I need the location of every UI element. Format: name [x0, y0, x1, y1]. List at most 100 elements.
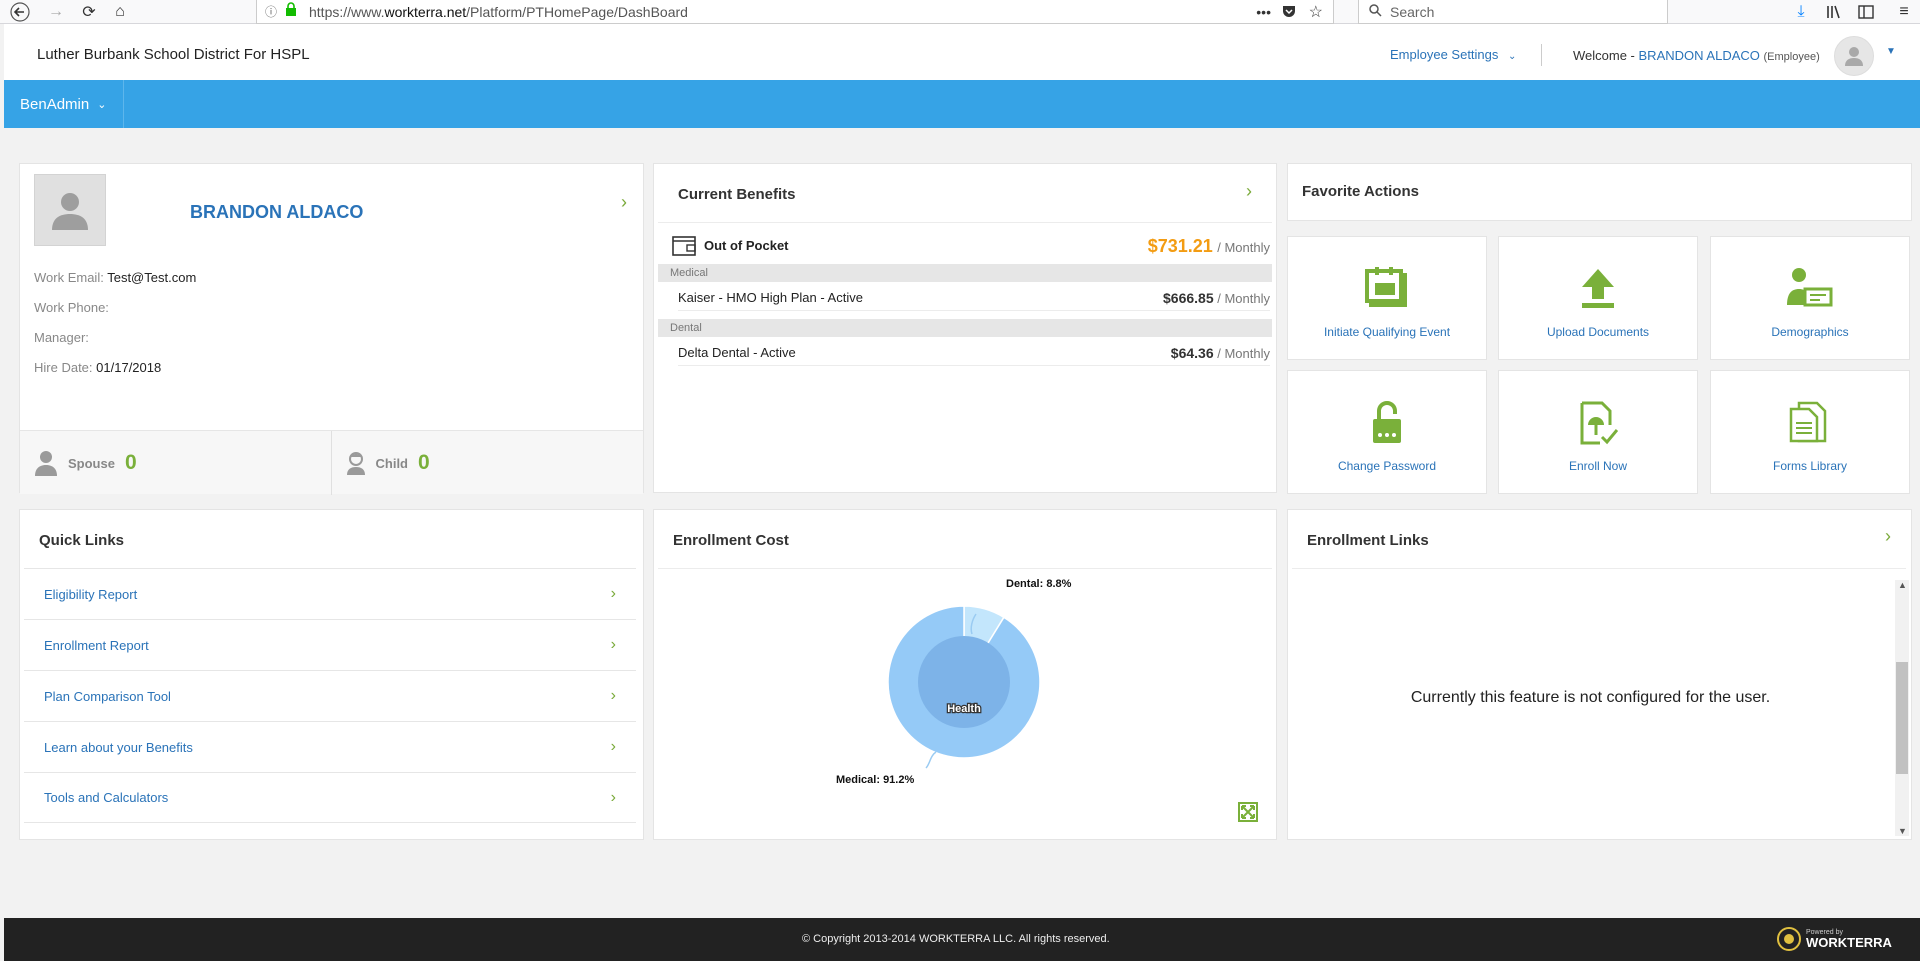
child-count-box[interactable]: Child 0	[332, 431, 644, 495]
page-actions-icon[interactable]: •••	[1256, 4, 1271, 20]
spouse-count-box[interactable]: Spouse 0	[20, 431, 332, 495]
main-nav-bar: BenAdmin ⌄	[4, 80, 1920, 128]
library-icon[interactable]	[1820, 0, 1848, 24]
id-card-icon	[1787, 268, 1833, 307]
demographics-tile[interactable]: Demographics	[1710, 236, 1910, 360]
scroll-down-arrow-icon[interactable]: ▼	[1898, 826, 1907, 836]
medical-plan-row[interactable]: Kaiser - HMO High Plan - Active $666.85 …	[678, 285, 1270, 311]
header-user-role: (Employee)	[1763, 51, 1820, 63]
quick-link-enrollment-report[interactable]: Enrollment Report ›	[24, 619, 636, 670]
upload-documents-tile[interactable]: Upload Documents	[1498, 236, 1698, 360]
medical-plan-name: Kaiser - HMO High Plan - Active	[678, 290, 863, 305]
user-menu-chevron-icon[interactable]: ▼	[1886, 46, 1896, 57]
quick-links-title: Quick Links	[39, 532, 125, 549]
tile-label: Initiate Qualifying Event	[1323, 325, 1451, 339]
not-configured-message: Currently this feature is not configured…	[1410, 689, 1771, 706]
per-monthly: / Monthly	[1217, 290, 1270, 306]
app-header: Luther Burbank School District For HSPL …	[4, 24, 1920, 80]
chevron-right-icon[interactable]: ›	[621, 192, 627, 213]
benadmin-menu[interactable]: BenAdmin ⌄	[4, 80, 124, 128]
hire-date-label: Hire Date:	[34, 360, 93, 375]
chevron-down-icon: ⌄	[1508, 51, 1517, 62]
back-icon[interactable]	[6, 0, 34, 24]
tile-label: Change Password	[1337, 459, 1437, 473]
enroll-document-icon	[1580, 401, 1618, 445]
hire-date-value: 01/17/2018	[96, 360, 162, 375]
chevron-right-icon: ›	[610, 585, 616, 602]
chevron-right-icon: ›	[610, 636, 616, 653]
info-icon[interactable]: ⓘ	[265, 3, 277, 20]
dental-section-header: Dental	[658, 319, 1272, 337]
manager-row: Manager:	[34, 330, 89, 345]
url-text: https://www.workterra.net/Platform/PTHom…	[309, 3, 688, 20]
scrollbar[interactable]: ▲ ▼	[1895, 580, 1909, 836]
forms-library-tile[interactable]: Forms Library	[1710, 370, 1910, 494]
reload-icon[interactable]: ⟳	[75, 0, 103, 24]
quick-link-eligibility-report[interactable]: Eligibility Report ›	[24, 568, 636, 619]
profile-name[interactable]: BRANDON ALDACO	[190, 202, 363, 223]
home-icon[interactable]: ⌂	[106, 0, 134, 24]
dental-plan-row[interactable]: Delta Dental - Active $64.36 / Monthly	[678, 340, 1270, 366]
download-icon[interactable]: ⤓	[1787, 0, 1815, 24]
header-user-name[interactable]: BRANDON ALDACO	[1639, 48, 1760, 63]
work-email-label: Work Email:	[34, 270, 104, 285]
dental-plan-amount: $64.36	[1170, 344, 1214, 361]
favorite-actions-header: Favorite Actions	[1287, 163, 1912, 221]
divider	[658, 222, 1272, 223]
bookmark-star-icon[interactable]: ☆	[1309, 2, 1323, 22]
enrollment-links-title: Enrollment Links	[1307, 532, 1429, 549]
search-placeholder: Search	[1390, 3, 1435, 20]
out-of-pocket-row: Out of Pocket $731.21 / Monthly	[672, 232, 1270, 262]
tile-label: Upload Documents	[1546, 325, 1650, 339]
chevron-right-icon[interactable]: ›	[1246, 181, 1252, 202]
quick-link-label: Learn about your Benefits	[44, 739, 193, 755]
wallet-icon	[672, 236, 696, 261]
tile-label: Forms Library	[1772, 459, 1847, 473]
sidebar-icon[interactable]	[1852, 0, 1880, 24]
expand-icon[interactable]	[1238, 802, 1258, 827]
enrollment-cost-title: Enrollment Cost	[673, 532, 789, 549]
dental-plan-name: Delta Dental - Active	[678, 345, 796, 360]
per-monthly: / Monthly	[1217, 345, 1270, 361]
menu-icon[interactable]: ≡	[1890, 0, 1918, 24]
profile-panel: BRANDON ALDACO › Work Email: Test@Test.c…	[19, 163, 644, 495]
user-avatar[interactable]	[1834, 36, 1874, 76]
chevron-right-icon[interactable]: ›	[1885, 526, 1891, 547]
scroll-up-arrow-icon[interactable]: ▲	[1898, 580, 1907, 590]
change-password-tile[interactable]: Change Password	[1287, 370, 1487, 494]
quick-link-learn-benefits[interactable]: Learn about your Benefits ›	[24, 721, 636, 772]
browser-search-input[interactable]: Search	[1358, 0, 1668, 24]
forward-icon[interactable]: →	[42, 0, 70, 24]
pocket-icon[interactable]	[1281, 3, 1297, 22]
chevron-right-icon: ›	[610, 687, 616, 704]
work-email-value: Test@Test.com	[107, 270, 197, 285]
dependents-bar: Spouse 0 Child 0	[20, 430, 644, 495]
lock-secure-icon	[285, 2, 297, 19]
manager-label: Manager:	[34, 330, 89, 345]
chevron-right-icon: ›	[610, 738, 616, 755]
welcome-label: Welcome -	[1573, 48, 1635, 63]
enroll-now-tile[interactable]: Enroll Now	[1498, 370, 1698, 494]
enrollment-cost-panel: Enrollment Cost Health Dental: 8.8% Medi…	[653, 509, 1277, 840]
initiate-qualifying-event-tile[interactable]: Initiate Qualifying Event	[1287, 236, 1487, 360]
divider	[658, 568, 1272, 569]
address-bar[interactable]: ⓘ https://www.workterra.net/Platform/PTH…	[256, 0, 1334, 24]
employee-settings-dropdown[interactable]: Employee Settings ⌄	[1390, 47, 1516, 62]
workterra-logo-icon	[1777, 927, 1801, 951]
spouse-count: 0	[124, 451, 137, 474]
child-label: Child	[375, 455, 409, 471]
work-phone-row: Work Phone:	[34, 300, 109, 315]
quick-link-tools-calculators[interactable]: Tools and Calculators ›	[24, 772, 636, 823]
chevron-down-icon: ⌄	[97, 98, 107, 111]
medical-section-header: Medical	[658, 264, 1272, 282]
quick-link-label: Eligibility Report	[44, 586, 138, 602]
chevron-right-icon: ›	[610, 788, 616, 806]
quick-link-plan-comparison[interactable]: Plan Comparison Tool ›	[24, 670, 636, 721]
medical-leader-line	[925, 751, 937, 769]
powered-by-logo: Powered by WORKTERRA	[1776, 926, 1892, 952]
search-icon	[1369, 3, 1382, 20]
work-email-row: Work Email: Test@Test.com	[34, 270, 196, 285]
favorite-actions-title: Favorite Actions	[1302, 183, 1419, 200]
enrollment-cost-chart: Health Dental: 8.8% Medical: 91.2%	[836, 578, 1072, 786]
scroll-thumb[interactable]	[1896, 662, 1908, 774]
